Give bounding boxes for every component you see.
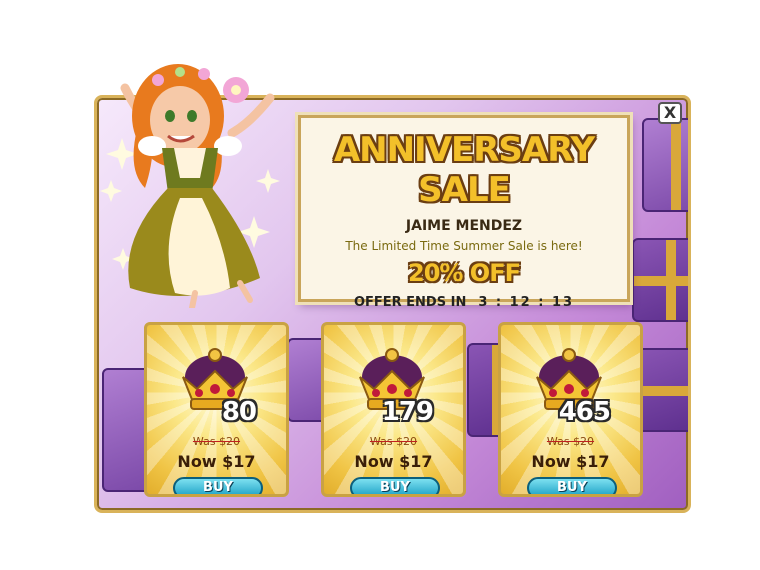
sale-subtitle: The Limited Time Summer Sale is here! bbox=[345, 239, 583, 253]
buy-button[interactable]: BUY bbox=[350, 477, 440, 494]
gift-box-decoration bbox=[642, 118, 688, 212]
now-price: Now $17 bbox=[354, 452, 433, 471]
close-button[interactable]: X bbox=[658, 102, 682, 124]
buy-button[interactable]: BUY bbox=[527, 477, 617, 494]
offer-card-3: 465 Was $20 Now $17 BUY bbox=[498, 322, 643, 497]
was-price: Was $20 bbox=[192, 435, 241, 448]
crown-quantity: 179 bbox=[381, 397, 434, 427]
offer-ends-label: OFFER ENDS IN bbox=[353, 295, 467, 310]
gift-box-decoration bbox=[632, 238, 688, 322]
now-price: Now $17 bbox=[531, 452, 610, 471]
discount-label: 20% OFF bbox=[408, 259, 521, 287]
crown-quantity: 80 bbox=[221, 397, 257, 427]
fairy-character-image bbox=[100, 64, 280, 308]
offer-countdown: OFFER ENDS IN 3 : 12 : 13 bbox=[301, 295, 627, 310]
buy-button[interactable]: BUY bbox=[173, 477, 263, 494]
offer-card-2: 179 Was $20 Now $17 BUY bbox=[321, 322, 466, 497]
now-price: Now $17 bbox=[177, 452, 256, 471]
countdown-timer: 3 : 12 : 13 bbox=[478, 295, 575, 310]
offer-card-1: 80 Was $20 Now $17 BUY bbox=[144, 322, 289, 497]
sale-title: ANNIVERSARY SALE bbox=[333, 130, 595, 210]
player-name: JAIME MENDEZ bbox=[405, 218, 523, 234]
was-price: Was $20 bbox=[369, 435, 418, 448]
sale-banner: ANNIVERSARY SALE JAIME MENDEZ The Limite… bbox=[298, 115, 630, 310]
was-price: Was $20 bbox=[546, 435, 595, 448]
crown-quantity: 465 bbox=[558, 397, 611, 427]
